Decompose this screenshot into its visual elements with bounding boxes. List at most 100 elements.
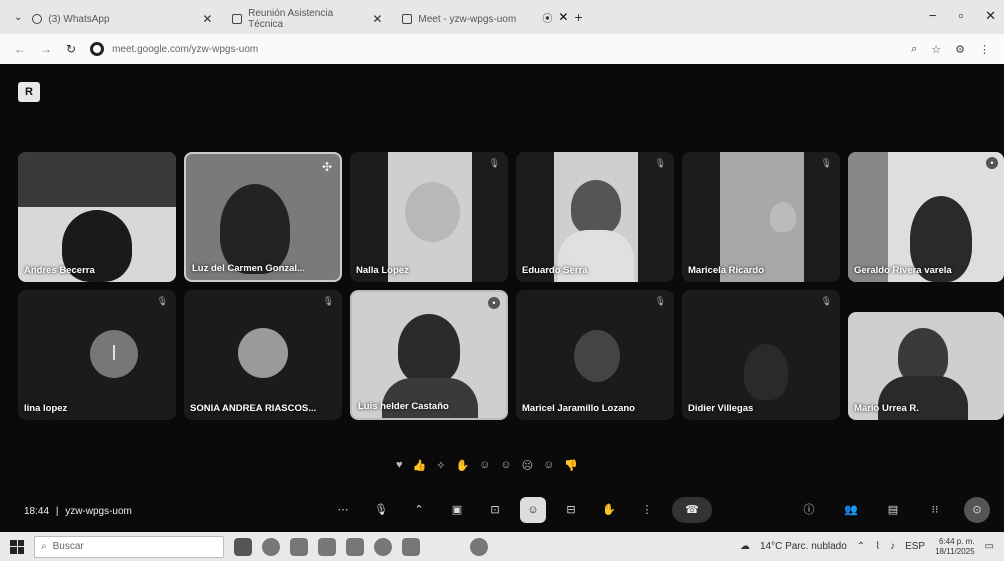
reactions-bar: ♥ 👍 ✧ ✋ ☺ ☺ ☹ ☺ 👎	[396, 459, 578, 472]
participant-tile[interactable]: 🎙 Maricela Ricardo	[682, 152, 840, 282]
address-bar: ← → ↻ meet.google.com/yzw-wpgs-uom ⌕ ☆ ⚙…	[0, 34, 1004, 64]
chrome-icon[interactable]	[262, 537, 280, 556]
app-icon[interactable]	[470, 537, 488, 556]
reload-icon[interactable]: ↻	[66, 42, 76, 56]
app-icon[interactable]	[402, 537, 420, 556]
close-tab-icon[interactable]: ✕	[558, 10, 568, 24]
maximize-icon[interactable]: ▫	[958, 8, 963, 24]
participant-name: Andres Becerra	[24, 265, 95, 276]
close-tab-icon[interactable]: ✕	[202, 12, 212, 26]
participant-tile[interactable]: Andres Becerra	[18, 152, 176, 282]
new-tab-icon[interactable]: +	[574, 9, 582, 25]
clock-time: 6:44 p. m.	[938, 536, 975, 546]
present-icon[interactable]: ⊡	[482, 497, 508, 523]
clock[interactable]: 6:44 p. m. 18/11/2025	[935, 537, 974, 557]
participant-tile[interactable]: 🎙 Didier Villegas	[682, 290, 840, 420]
url-text: meet.google.com/yzw-wpgs-uom	[112, 43, 259, 55]
participant-tile[interactable]: • Luis helder Castaño	[350, 290, 508, 420]
tab-meet[interactable]: Meet - yzw-wpgs-uom	[392, 5, 542, 33]
participant-name: Mario Urrea R.	[854, 403, 919, 414]
volume-icon[interactable]: ♪	[890, 541, 895, 552]
file-explorer-icon[interactable]	[290, 537, 308, 556]
windows-taskbar: ⌕ Buscar ☁ 14°C Parc. nublado ⌃ ⌇ ♪ ESP …	[0, 532, 1004, 561]
mic-muted-icon: 🎙	[654, 158, 666, 168]
sparkling-heart-icon[interactable]: ♥	[396, 459, 403, 472]
camera-icon[interactable]: ▣	[444, 497, 470, 523]
store-icon[interactable]	[318, 537, 336, 556]
windows-start-icon[interactable]	[10, 539, 24, 554]
document-icon	[232, 14, 243, 24]
party-popper-icon[interactable]: ✧	[436, 459, 445, 472]
camera-options-icon[interactable]: ⌃	[406, 497, 432, 523]
app-icon[interactable]	[374, 537, 392, 556]
weather-text[interactable]: 14°C Parc. nublado	[760, 541, 847, 552]
mic-muted-icon: 🎙	[156, 296, 168, 306]
more-mic-options-icon[interactable]: ⋯	[330, 497, 356, 523]
minimize-icon[interactable]: −	[929, 8, 937, 24]
participant-name: Luz del Carmen Gonzal...	[192, 263, 305, 274]
menu-icon[interactable]: ⋮	[979, 43, 990, 56]
system-tray: ☁ 14°C Parc. nublado ⌃ ⌇ ♪ ESP 6:44 p. m…	[740, 537, 994, 557]
tab-reunion[interactable]: Reunión Asistencia Técnica ✕	[222, 5, 392, 33]
meeting-code: yzw-wpgs-uom	[65, 506, 132, 517]
weather-icon[interactable]: ☁	[740, 541, 750, 552]
notifications-icon[interactable]: ▭	[985, 541, 994, 552]
pin-icon[interactable]: ✣	[322, 160, 332, 174]
recording-icon: ⦿	[542, 13, 553, 25]
meet-icon	[402, 14, 413, 24]
thinking-face-icon[interactable]: ☺	[543, 459, 554, 472]
site-info-icon[interactable]	[90, 42, 105, 56]
participant-tile[interactable]: l 🎙 lina lopez	[18, 290, 176, 420]
host-controls-icon[interactable]: ⊙	[964, 497, 990, 523]
participant-tile[interactable]: • Geraldo Rivera varela	[848, 152, 1004, 282]
star-icon[interactable]: ☆	[931, 43, 941, 56]
mic-muted-icon: 🎙	[322, 296, 334, 306]
window-controls: − ▫ ✕	[929, 8, 996, 24]
clap-icon[interactable]: ✋	[455, 459, 469, 472]
extensions-icon[interactable]: ⚙	[955, 43, 965, 56]
laughing-face-icon[interactable]: ☺	[479, 459, 490, 472]
forward-icon[interactable]: →	[40, 42, 52, 56]
participant-tile[interactable]: 🎙 Eduardo Serra	[516, 152, 674, 282]
close-tab-icon[interactable]: ✕	[372, 12, 382, 26]
tab-whatsapp[interactable]: (3) WhatsApp ✕	[22, 5, 222, 33]
people-icon[interactable]: 👥	[838, 497, 864, 523]
meeting-details-info-icon[interactable]: ⓘ	[796, 497, 822, 523]
tab-label: Reunión Asistencia Técnica	[248, 8, 334, 30]
url-field[interactable]: meet.google.com/yzw-wpgs-uom	[90, 42, 258, 56]
network-icon[interactable]: ⌇	[875, 541, 880, 552]
close-window-icon[interactable]: ✕	[985, 8, 996, 24]
show-hidden-icons-icon[interactable]: ⌃	[857, 541, 865, 552]
taskbar-search-input[interactable]: ⌕ Buscar	[34, 535, 224, 558]
thumbs-down-icon[interactable]: 👎	[564, 459, 578, 472]
whatsapp-icon	[32, 14, 43, 24]
meet-stage: R Andres Becerra ✣ Luz del Carmen Gonzal…	[0, 64, 1004, 532]
reactions-icon[interactable]: ☺	[520, 497, 546, 523]
task-view-icon[interactable]	[234, 537, 252, 556]
meeting-details-icon[interactable]: R	[18, 82, 40, 102]
participant-tile[interactable]: 🎙 Maricel Jaramillo Lozano	[516, 290, 674, 420]
chat-icon[interactable]: ▤	[880, 497, 906, 523]
language-indicator[interactable]: ESP	[905, 541, 925, 552]
mic-muted-icon: 🎙	[820, 296, 832, 306]
activities-icon[interactable]: ⁝⁝	[922, 497, 948, 523]
leave-call-button[interactable]: ☎	[672, 497, 712, 523]
microphone-icon[interactable]: 🎙	[368, 497, 394, 523]
raise-hand-icon[interactable]: ✋	[596, 497, 622, 523]
participant-tile[interactable]: Mario Urrea R.	[848, 312, 1004, 420]
captions-icon[interactable]: ⊟	[558, 497, 584, 523]
mic-muted-icon: 🎙	[820, 158, 832, 168]
participant-tile[interactable]: ✣ Luz del Carmen Gonzal...	[184, 152, 342, 282]
thumbs-up-icon[interactable]: 👍	[413, 459, 427, 472]
participant-tile[interactable]: 🎙 Nalla Lopez	[350, 152, 508, 282]
participant-tile[interactable]: 🎙 SONIA ANDREA RIASCOS...	[184, 290, 342, 420]
surprised-face-icon[interactable]: ☺	[500, 459, 511, 472]
sad-face-icon[interactable]: ☹	[522, 459, 533, 472]
more-options-icon[interactable]: ⋮	[634, 497, 660, 523]
back-icon[interactable]: ←	[14, 42, 26, 56]
zoom-icon[interactable]: ⌕	[911, 43, 917, 56]
app-icon[interactable]	[346, 537, 364, 556]
side-controls: ⓘ 👥 ▤ ⁝⁝ ⊙	[796, 497, 990, 523]
tab-list-icon[interactable]: ⌄	[14, 12, 22, 23]
participant-name: Eduardo Serra	[522, 265, 588, 276]
